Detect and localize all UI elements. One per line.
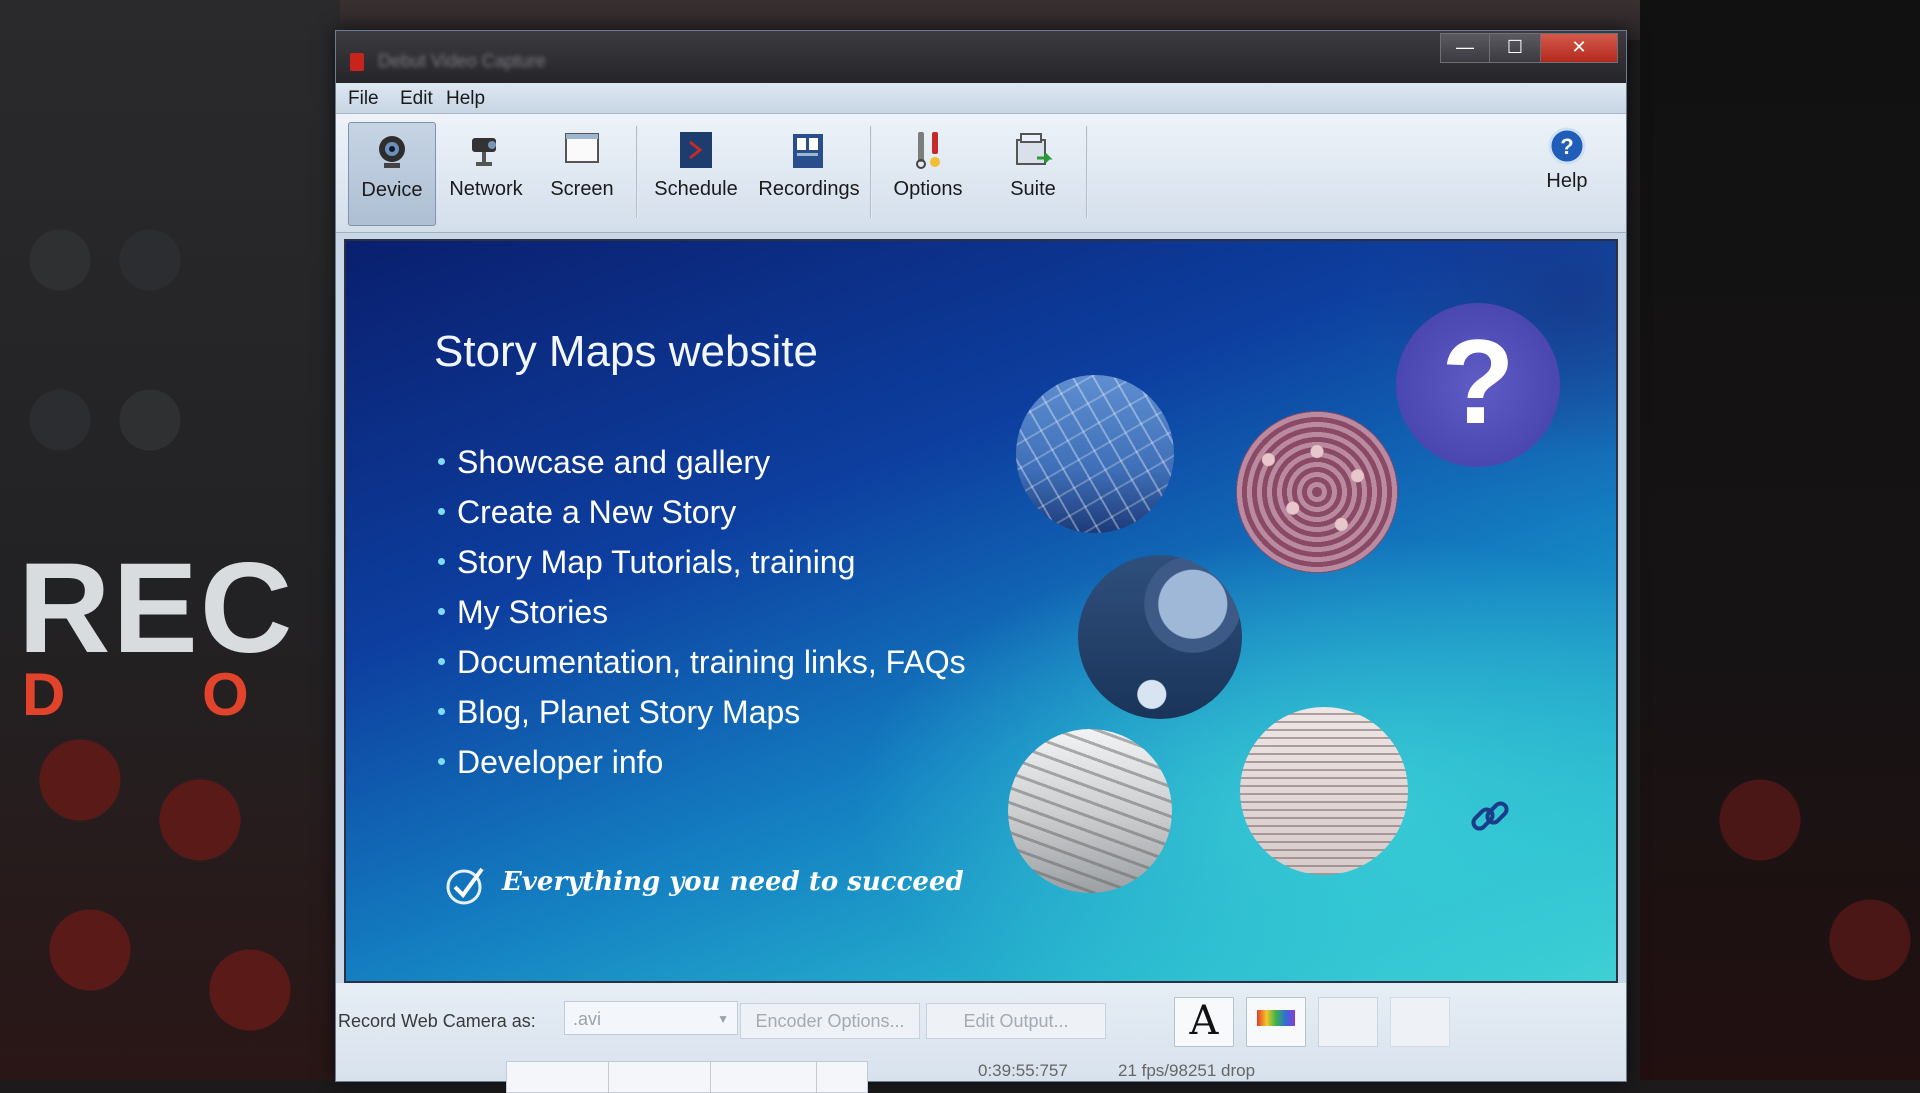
snapshot-button[interactable] [816,1061,868,1093]
maximize-button[interactable]: ☐ [1489,33,1541,63]
record-button[interactable] [506,1061,616,1093]
slide-title: Story Maps website [434,327,818,376]
bullet-item: Create a New Story [438,487,966,537]
format-value: .avi [573,1009,602,1029]
screen-button[interactable]: Screen [536,122,628,224]
edit-output-button[interactable]: Edit Output... [926,1003,1106,1039]
help-label: Help [1546,170,1588,192]
menu-bar: File Edit Help [336,83,1626,114]
recordings-button[interactable]: Recordings [754,122,864,224]
svg-text:?: ? [1560,134,1573,159]
bullet-dot-icon [438,658,445,666]
bullet-text: Create a New Story [457,494,737,530]
network-button[interactable]: Network [440,122,532,224]
ip-camera-icon [472,138,496,166]
question-mark-icon: ? [1441,315,1515,449]
menu-help[interactable]: Help [446,88,485,110]
chevron-down-icon: ▼ [717,1012,729,1026]
bullet-item: My Stories [438,587,966,637]
schedule-label: Schedule [654,178,738,200]
help-icon: ? [1548,127,1586,165]
fps-status: 21 fps/98251 drop [1118,1061,1256,1080]
help-button[interactable]: ? Help [1534,118,1600,220]
code-photo-circle [1240,707,1408,875]
suite-box-icon [1016,133,1053,165]
bullet-dot-icon [438,508,445,516]
presentation-slide: Story Maps website Showcase and gallery … [346,241,1616,981]
screen-capture-icon [565,133,599,163]
device-label: Device [361,179,423,201]
bullet-item: Documentation, training links, FAQs [438,637,966,687]
bullet-item: Blog, Planet Story Maps [438,687,966,737]
bullet-dot-icon [438,608,445,616]
bullet-dot-icon [438,558,445,566]
title-bar[interactable]: Debut Video Capture — ☐ ✕ [336,31,1626,83]
schedule-icon [680,132,712,168]
encoder-options-button[interactable]: Encoder Options... [740,1003,920,1039]
options-button[interactable]: Options [876,122,980,224]
city-photo-circle [1016,375,1174,533]
bullet-text: Blog, Planet Story Maps [457,694,801,730]
bullet-text: Developer info [457,744,664,780]
window-title: Debut Video Capture [378,51,546,71]
network-label: Network [449,178,523,200]
format-select[interactable]: .avi ▼ [564,1001,738,1035]
close-button[interactable]: ✕ [1540,33,1618,63]
suite-label: Suite [1010,178,1056,200]
menu-edit[interactable]: Edit [400,88,433,110]
stop-button[interactable] [710,1061,820,1093]
bullet-text: Documentation, training links, FAQs [457,644,966,680]
bullet-text: Story Map Tutorials, training [457,544,856,580]
globe-photo-circle [1078,555,1242,719]
schedule-button[interactable]: Schedule [642,122,750,224]
toolbar-separator [636,126,638,218]
toolbar-separator [1086,126,1088,218]
laptop-photo-circle [1008,729,1172,893]
menu-file[interactable]: File [348,88,379,110]
bullet-text: Showcase and gallery [457,444,771,480]
wallpaper-logo-subtext: D O [22,661,309,728]
app-icon [350,53,364,71]
toolbar: Device Network Screen Schedule Recording… [336,114,1626,233]
pause-button[interactable] [608,1061,718,1093]
app-window: Debut Video Capture — ☐ ✕ File Edit Help… [335,30,1627,1093]
link-icon [1471,801,1509,831]
question-photo-circle: ? [1396,303,1560,467]
toolbar-separator [870,126,872,218]
bullet-text: My Stories [457,594,609,630]
elapsed-time: 0:39:55:757 [978,1061,1068,1080]
webcam-icon [379,136,405,168]
minimize-button[interactable]: — [1440,33,1490,63]
video-effects-button[interactable] [1318,997,1378,1047]
screen-label: Screen [550,178,614,200]
bullet-item: Developer info [438,737,966,787]
color-bars-icon [1257,1010,1295,1026]
record-as-label: Record Web Camera as: [338,1011,536,1031]
capture-controls: Record Web Camera as: .avi ▼ Encoder Opt… [336,983,1626,1093]
slide-bullet-list: Showcase and gallery Create a New Story … [438,437,966,787]
bullet-dot-icon [438,758,445,766]
recordings-icon [793,134,823,168]
color-adjust-button[interactable] [1246,997,1306,1047]
bullet-item: Story Map Tutorials, training [438,537,966,587]
video-preview: Story Maps website Showcase and gallery … [344,239,1618,983]
crowd-photo-circle [1236,411,1398,573]
desk-background-right [1640,0,1920,1080]
recordings-label: Recordings [758,178,860,200]
bullet-item: Showcase and gallery [438,437,966,487]
bullet-dot-icon [438,708,445,716]
checkmark-icon [446,867,484,905]
bullet-dot-icon [438,458,445,466]
options-tools-icon [916,132,940,169]
suite-button[interactable]: Suite [986,122,1080,224]
text-overlay-button[interactable]: A [1174,997,1234,1047]
options-label: Options [893,178,963,200]
slide-tagline: Everything you need to succeed [502,867,964,897]
extra-control-button[interactable] [1390,997,1450,1047]
device-button[interactable]: Device [348,122,436,226]
